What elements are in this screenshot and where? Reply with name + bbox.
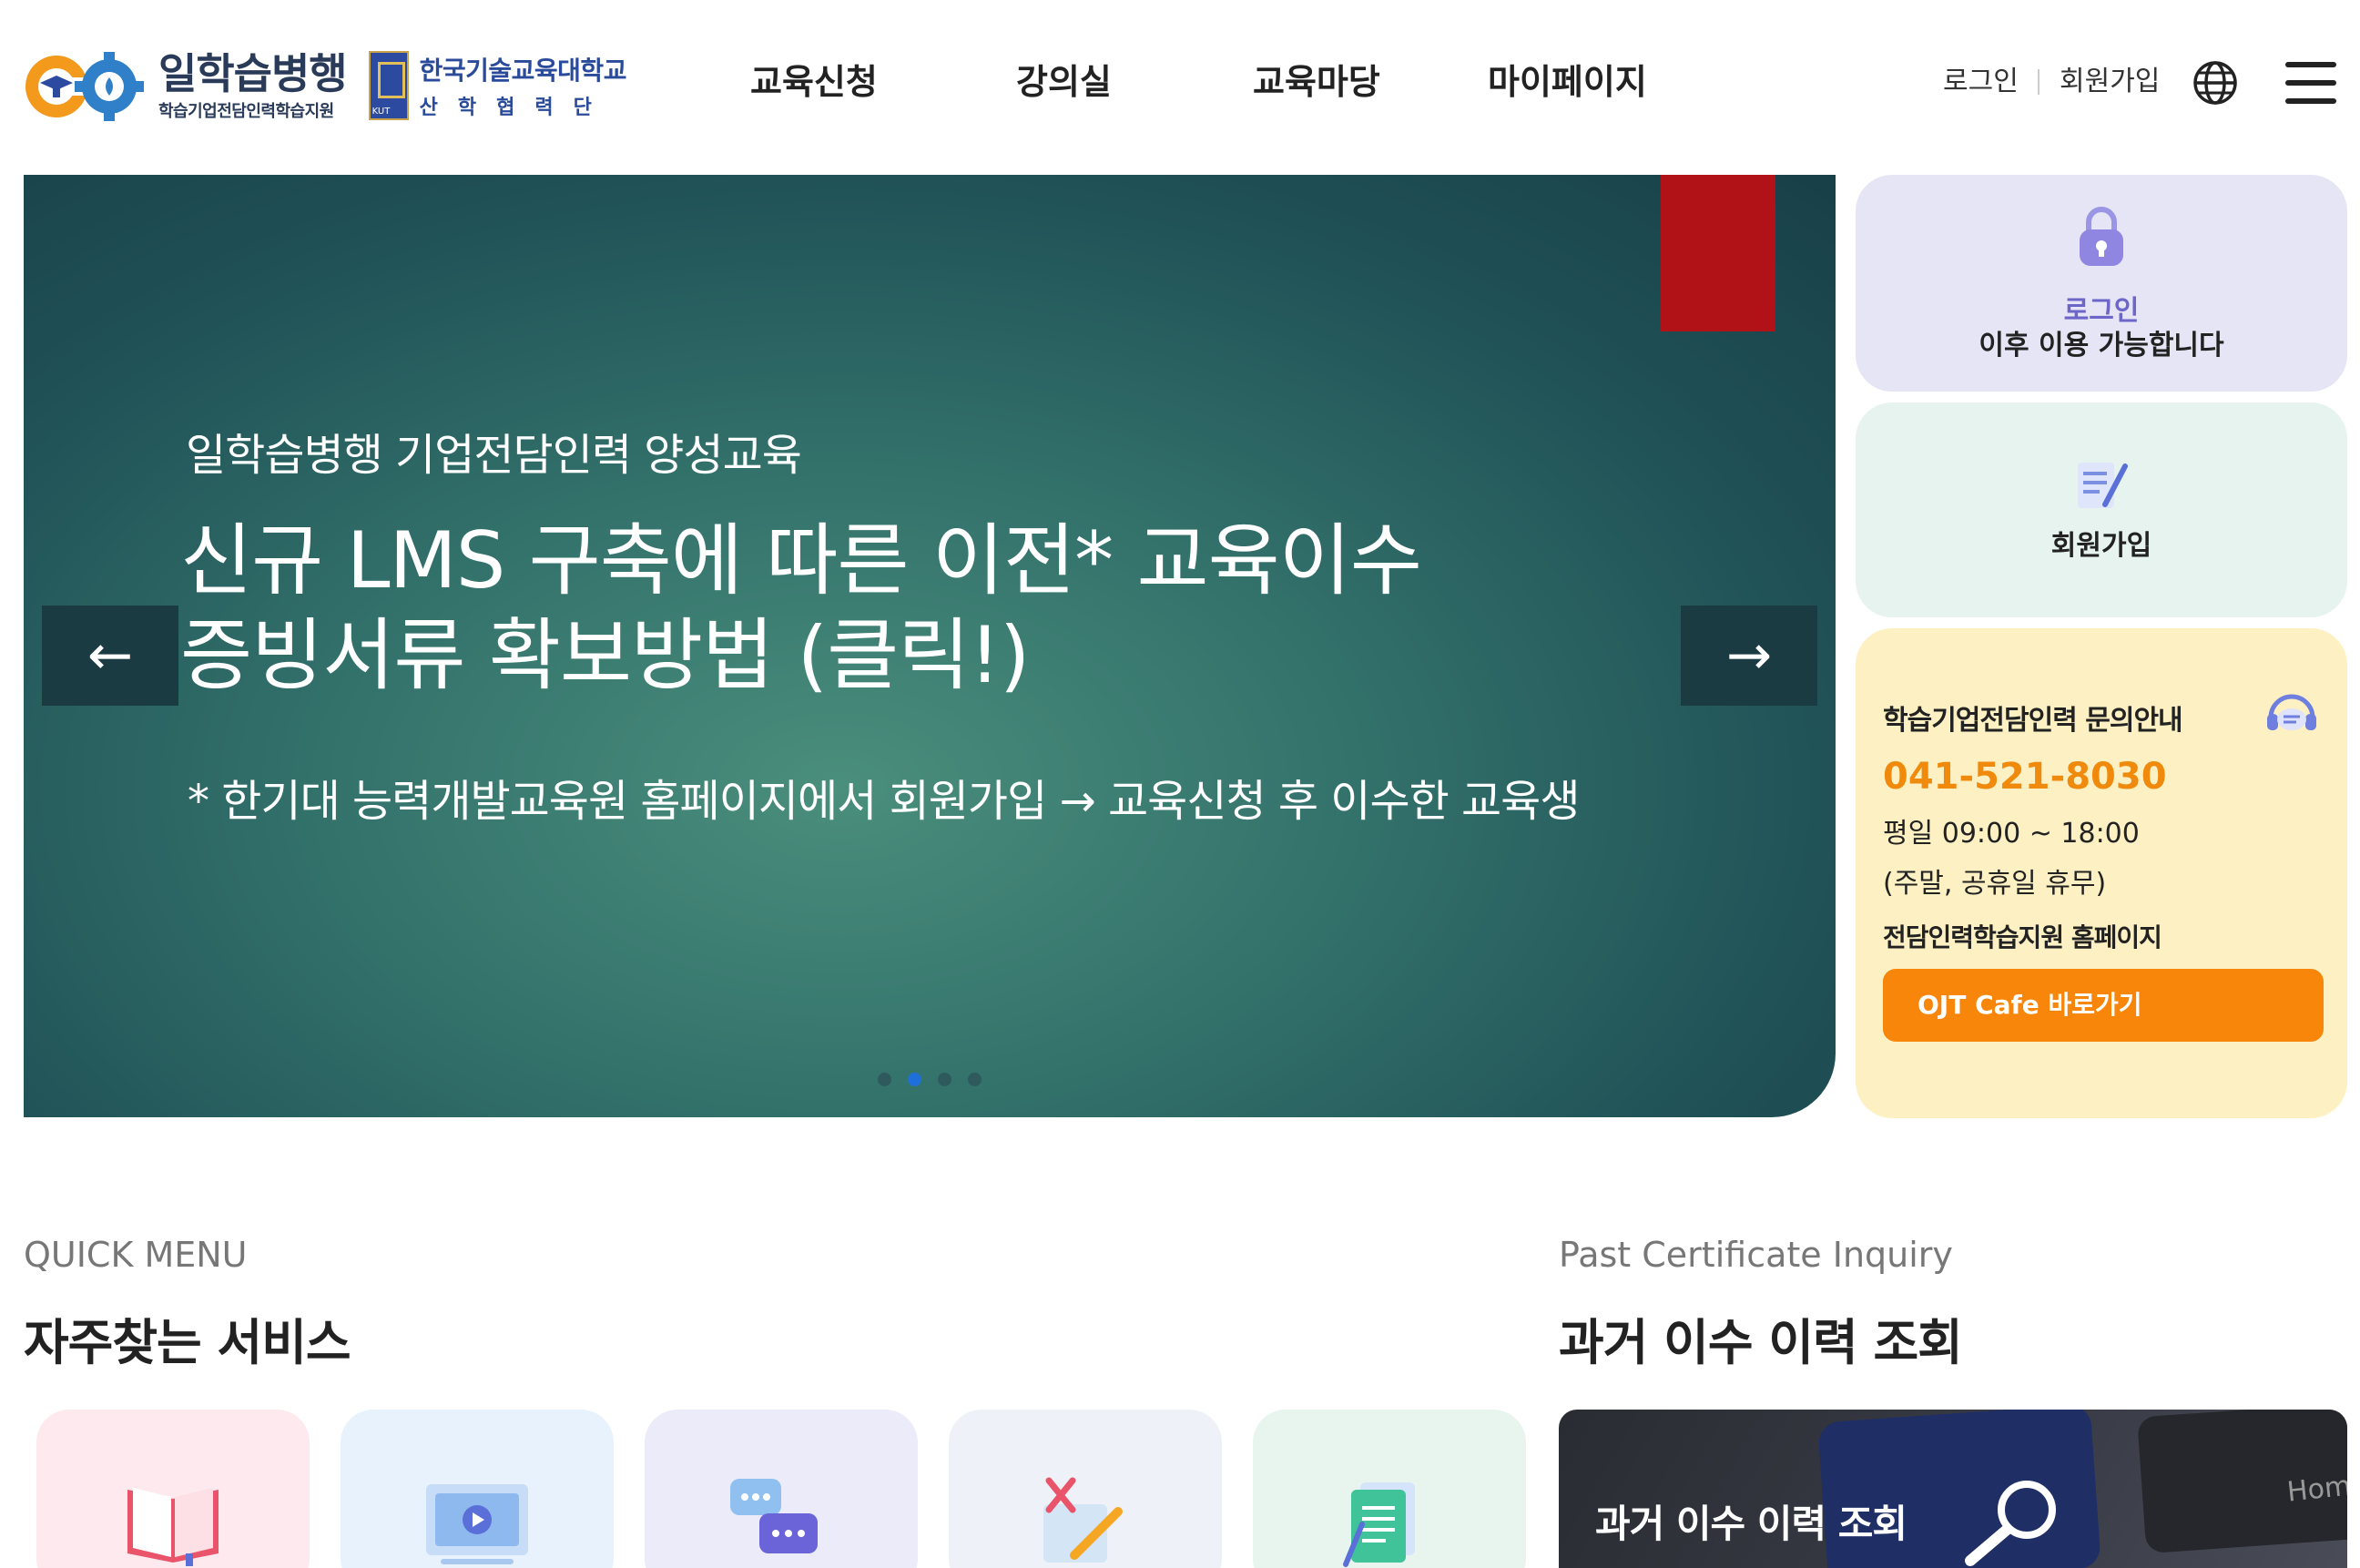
inquiry-phone: 041-521-8030 xyxy=(1883,756,2167,798)
nav-mypage[interactable]: 마이페이지 xyxy=(1488,55,1647,109)
quick-menu-card-video[interactable] xyxy=(341,1410,614,1568)
slider-dot[interactable] xyxy=(878,1073,891,1086)
slider-dot[interactable] xyxy=(968,1073,982,1086)
past-inquiry-title: 과거 이수 이력 조회 xyxy=(1559,1302,1963,1374)
chat-bubbles-icon xyxy=(730,1479,818,1553)
quiz-icon xyxy=(1043,1477,1123,1563)
join-link[interactable]: 회원가입 xyxy=(2060,55,2160,109)
hero-note: * 한기대 능력개발교육원 홈페이지에서 회원가입 → 교육신청 후 이수한 교… xyxy=(188,776,1581,827)
slider-prev-button[interactable]: ← xyxy=(42,606,178,706)
past-inquiry-banner[interactable]: Hom 과거 이수 이력 조회 xyxy=(1559,1410,2347,1568)
quick-menu-title-text: 자주찾는 서비스 xyxy=(24,1314,351,1371)
past-inquiry-subtitle: Past Certificate Inquiry xyxy=(1559,1235,1953,1275)
hero-red-bookmark xyxy=(1661,175,1775,331)
join-card[interactable]: 회원가입 xyxy=(1856,402,2347,617)
quick-menu-card-chat[interactable] xyxy=(645,1410,918,1568)
inquiry-card: 학습기업전담인력 문의안내 041-521-8030 평일 09:00 ~ 18… xyxy=(1856,628,2347,1118)
globe-icon[interactable] xyxy=(2192,60,2238,106)
hamburger-menu-icon[interactable] xyxy=(2285,62,2336,104)
login-card[interactable]: 로그인 이후 이용 가능합니다 xyxy=(1856,175,2347,392)
signup-form-icon xyxy=(2078,463,2128,508)
slider-dot-active[interactable] xyxy=(908,1073,921,1086)
hero-headline-line-1[interactable]: 신규 LMS 구축에 따른 이전* 교육이수 xyxy=(180,514,1422,608)
quick-menu-card-quiz[interactable] xyxy=(949,1410,1222,1568)
arrow-left-icon: ← xyxy=(86,624,134,687)
inquiry-closed-days: (주말, 공휴일 휴무) xyxy=(1883,868,2107,900)
inquiry-title: 학습기업전담인력 문의안내 xyxy=(1883,705,2183,737)
ojt-cafe-button[interactable]: OJT Cafe 바로가기 xyxy=(1883,969,2324,1042)
login-link[interactable]: 로그인 xyxy=(1943,55,2019,109)
nav-classroom[interactable]: 강의실 xyxy=(1016,55,1112,109)
document-icon xyxy=(1343,1482,1415,1567)
quick-menu-title: 자주찾는 서비스 xyxy=(24,1302,351,1374)
arrow-right-icon: → xyxy=(1725,624,1773,687)
search-magnifier-icon xyxy=(1965,1481,2056,1566)
slider-dot[interactable] xyxy=(938,1073,951,1086)
slider-pagination xyxy=(878,1073,982,1086)
nav-education-apply[interactable]: 교육신청 xyxy=(750,55,878,109)
quick-menu-card-document[interactable] xyxy=(1253,1410,1526,1568)
keyboard-home-key-text: Hom xyxy=(2285,1470,2347,1509)
lock-icon xyxy=(2080,207,2123,266)
video-lecture-icon xyxy=(426,1484,528,1564)
hero-kicker: 일학습병행 기업전담인력 양성교육 xyxy=(186,430,802,481)
hero-slider[interactable]: 일학습병행 기업전담인력 양성교육 신규 LMS 구축에 따른 이전* 교육이수… xyxy=(24,175,1836,1117)
utility-divider xyxy=(2038,69,2040,95)
hero-headline-line-2[interactable]: 증빙서류 확보방법 (클릭!) xyxy=(180,608,1030,703)
slider-next-button[interactable]: → xyxy=(1681,606,1817,706)
inquiry-hours: 평일 09:00 ~ 18:00 xyxy=(1883,818,2140,850)
nav-education-yard[interactable]: 교육마당 xyxy=(1253,55,1380,109)
site-header: 일학습병행 학습기업전담인력학습지원 KUT 한국기술교육대학교 산학협력단 교… xyxy=(0,0,2360,166)
login-card-text: 이후 이용 가능합니다 xyxy=(1979,330,2224,361)
past-inquiry-title-text: 과거 이수 이력 조회 xyxy=(1559,1314,1963,1371)
headset-icon xyxy=(2267,694,2316,730)
inquiry-site-label: 전담인력학습지원 홈페이지 xyxy=(1883,922,2162,952)
book-icon xyxy=(127,1488,219,1566)
past-inquiry-banner-label: 과거 이수 이력 조회 xyxy=(1595,1502,1907,1546)
join-card-label: 회원가입 xyxy=(2050,530,2152,562)
quick-menu-card-book[interactable] xyxy=(36,1410,310,1568)
quick-menu-subtitle: QUICK MENU xyxy=(24,1235,248,1275)
